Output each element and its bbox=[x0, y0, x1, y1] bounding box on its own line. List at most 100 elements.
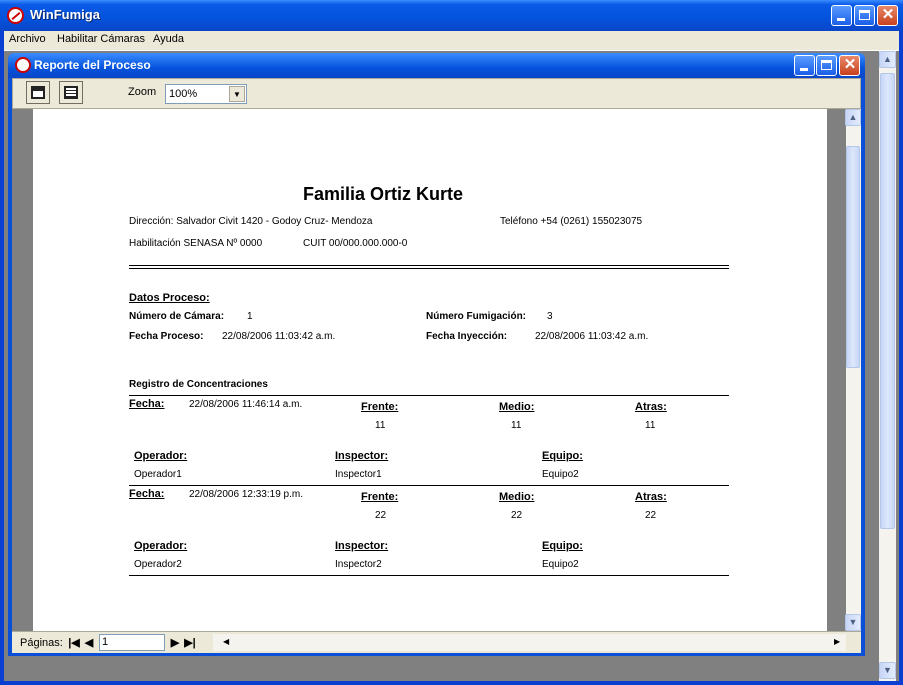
main-vertical-scrollbar[interactable]: ▲ ▼ bbox=[879, 51, 896, 681]
header-divider bbox=[129, 268, 729, 269]
equipo-label: Equipo: bbox=[542, 450, 583, 462]
print-icon bbox=[31, 86, 45, 99]
record-medio: 11 bbox=[511, 420, 522, 431]
record-fecha: 22/08/2006 12:33:19 p.m. bbox=[189, 489, 303, 500]
child-close-button[interactable]: ✕ bbox=[839, 55, 860, 76]
zoom-select[interactable]: 100% ▼ bbox=[165, 84, 247, 104]
child-maximize-button[interactable] bbox=[816, 55, 837, 76]
equipo-label: Equipo: bbox=[542, 540, 583, 552]
menu-archivo[interactable]: Archivo bbox=[9, 33, 46, 45]
company-cuit: CUIT 00/000.000.000-0 bbox=[303, 238, 408, 249]
fecha-inyeccion-label: Fecha Inyección: bbox=[426, 331, 508, 342]
prev-page-icon[interactable]: ◀ bbox=[82, 635, 96, 651]
fecha-proceso-value: 22/08/2006 11:03:42 a.m. bbox=[222, 331, 336, 342]
export-button[interactable] bbox=[59, 81, 83, 104]
record-operador: Operador1 bbox=[134, 469, 182, 480]
record-frente: 22 bbox=[375, 510, 387, 521]
fecha-label: Fecha: bbox=[129, 398, 165, 410]
minimize-icon bbox=[837, 18, 845, 21]
record-atras: 11 bbox=[645, 420, 656, 431]
app-window: WinFumiga ✕ Archivo Habilitar Cámaras Ay… bbox=[0, 0, 903, 685]
record-medio: 22 bbox=[511, 510, 523, 521]
report-page: Familia Ortiz Kurte Dirección: Salvador … bbox=[33, 109, 827, 631]
record-operador: Operador2 bbox=[134, 559, 182, 570]
record-inspector: Inspector1 bbox=[335, 469, 382, 480]
minimize-icon bbox=[800, 68, 808, 71]
close-icon: ✕ bbox=[881, 6, 895, 23]
medio-label: Medio: bbox=[499, 401, 535, 413]
menu-ayuda[interactable]: Ayuda bbox=[153, 33, 184, 45]
menu-habilitar-camaras[interactable]: Habilitar Cámaras bbox=[57, 33, 145, 45]
export-icon bbox=[64, 86, 78, 99]
record-fecha: 22/08/2006 11:46:14 a.m. bbox=[189, 399, 303, 410]
viewer-vertical-scrollbar[interactable]: ▲ ▼ bbox=[845, 109, 861, 631]
fecha-label: Fecha: bbox=[129, 488, 165, 500]
record-frente: 11 bbox=[375, 420, 386, 431]
inspector-label: Inspector: bbox=[335, 540, 389, 552]
fumigation-app-icon bbox=[15, 57, 31, 73]
pages-label: Páginas: bbox=[20, 637, 63, 649]
company-name: Familia Ortiz Kurte bbox=[303, 184, 464, 204]
record-divider bbox=[129, 575, 729, 576]
window-title: WinFumiga bbox=[30, 7, 100, 22]
operador-label: Operador: bbox=[134, 450, 188, 462]
zoom-label: Zoom bbox=[128, 86, 157, 98]
maximize-icon bbox=[859, 10, 870, 20]
frente-label: Frente: bbox=[361, 401, 399, 413]
operador-label: Operador: bbox=[134, 540, 188, 552]
scroll-up-icon[interactable]: ▲ bbox=[845, 109, 861, 126]
scroll-left-icon[interactable]: ◀ bbox=[223, 637, 229, 646]
record-inspector: Inspector2 bbox=[335, 559, 382, 570]
inspector-label: Inspector: bbox=[335, 450, 389, 462]
record-equipo: Equipo2 bbox=[542, 559, 579, 570]
viewer-horizontal-scrollbar[interactable]: ◀ ▶ bbox=[213, 634, 846, 651]
record-atras: 22 bbox=[645, 510, 657, 521]
report-toolbar: Zoom 100% ▼ bbox=[12, 78, 861, 109]
scroll-down-icon[interactable]: ▼ bbox=[845, 614, 861, 631]
atras-label: Atras: bbox=[635, 491, 667, 503]
fecha-proceso-label: Fecha Proceso: bbox=[129, 331, 204, 342]
record-divider bbox=[129, 395, 729, 396]
report-window: Reporte del Proceso ✕ Zoom 100% ▼ Famili… bbox=[8, 53, 865, 656]
report-viewer: Familia Ortiz Kurte Dirección: Salvador … bbox=[12, 109, 861, 631]
close-button[interactable]: ✕ bbox=[877, 5, 898, 26]
page-number-input[interactable]: 1 bbox=[99, 634, 165, 651]
atras-label: Atras: bbox=[635, 401, 667, 413]
last-page-icon[interactable]: ▶| bbox=[183, 635, 197, 651]
fumigacion-value: 3 bbox=[547, 311, 553, 322]
fecha-inyeccion-value: 22/08/2006 11:03:42 a.m. bbox=[535, 331, 649, 342]
section-title: Datos Proceso: bbox=[129, 292, 210, 304]
report-window-title: Reporte del Proceso bbox=[34, 58, 151, 72]
menu-bar: Archivo Habilitar Cámaras Ayuda bbox=[4, 31, 899, 51]
camara-value: 1 bbox=[247, 311, 253, 322]
scroll-right-icon[interactable]: ▶ bbox=[834, 637, 840, 646]
record-equipo: Equipo2 bbox=[542, 469, 579, 480]
title-bar[interactable]: WinFumiga ✕ bbox=[0, 0, 903, 31]
medio-label: Medio: bbox=[499, 491, 535, 503]
record-divider bbox=[129, 485, 729, 486]
registro-title: Registro de Concentraciones bbox=[129, 379, 268, 390]
frente-label: Frente: bbox=[361, 491, 399, 503]
first-page-icon[interactable]: |◀ bbox=[67, 635, 81, 651]
maximize-button[interactable] bbox=[854, 5, 875, 26]
close-icon: ✕ bbox=[843, 56, 857, 73]
company-phone: Teléfono +54 (0261) 155023075 bbox=[500, 216, 643, 227]
fumigacion-label: Número Fumigación: bbox=[426, 311, 527, 322]
next-page-icon[interactable]: ▶ bbox=[168, 635, 182, 651]
scroll-down-icon[interactable]: ▼ bbox=[879, 662, 896, 679]
report-title-bar[interactable]: Reporte del Proceso ✕ bbox=[8, 53, 865, 78]
camara-label: Número de Cámara: bbox=[129, 311, 225, 322]
viewer-scroll-thumb[interactable] bbox=[846, 146, 860, 368]
scroll-thumb[interactable] bbox=[880, 73, 895, 529]
print-button[interactable] bbox=[26, 81, 50, 104]
chevron-down-icon[interactable]: ▼ bbox=[229, 86, 245, 102]
child-minimize-button[interactable] bbox=[794, 55, 815, 76]
header-divider bbox=[129, 265, 729, 266]
senasa-habilitacion: Habilitación SENASA Nº 0000 bbox=[129, 238, 263, 249]
minimize-button[interactable] bbox=[831, 5, 852, 26]
page-navigation-bar: Páginas: |◀ ◀ 1 ▶ ▶| ◀ ▶ bbox=[12, 631, 861, 653]
scroll-up-icon[interactable]: ▲ bbox=[879, 51, 896, 68]
maximize-icon bbox=[821, 60, 832, 70]
company-address: Dirección: Salvador Civit 1420 - Godoy C… bbox=[129, 216, 373, 227]
zoom-value: 100% bbox=[169, 88, 198, 100]
